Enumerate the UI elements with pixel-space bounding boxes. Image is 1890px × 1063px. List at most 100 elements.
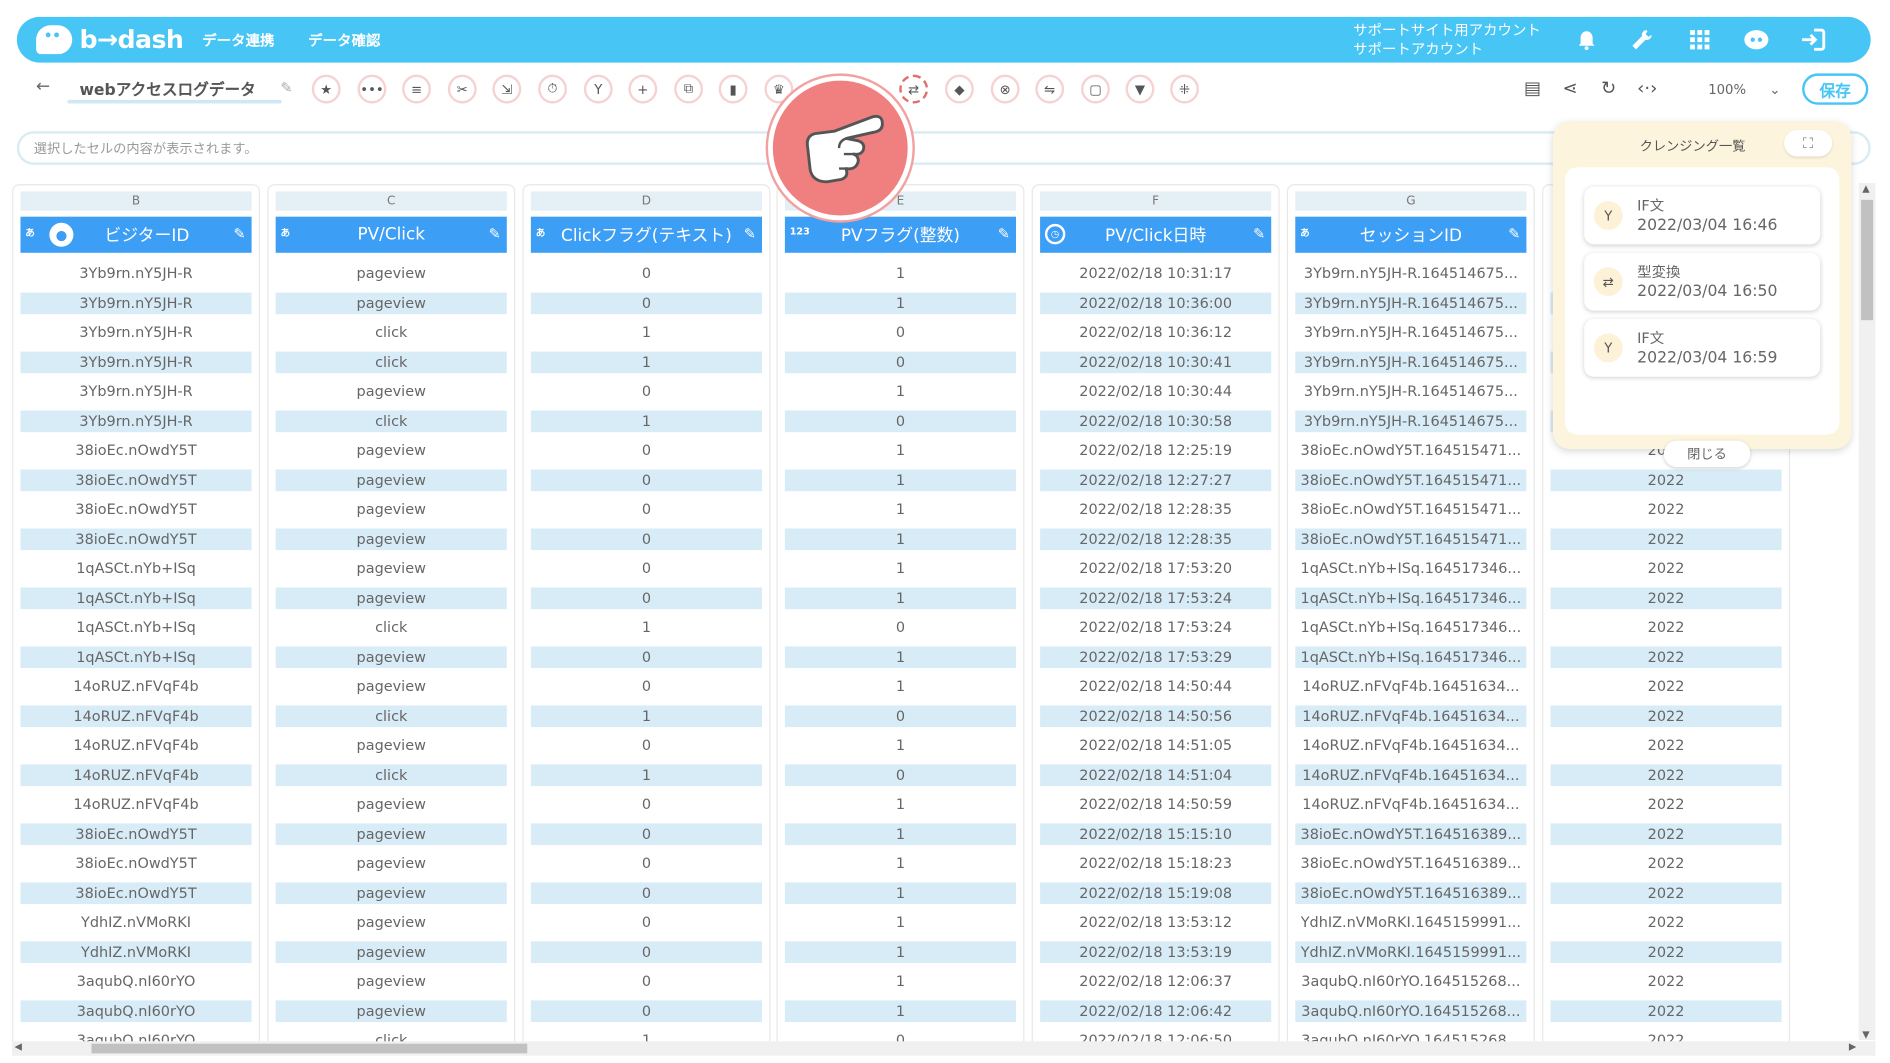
clipboard-icon[interactable]: ▤ <box>1524 77 1541 99</box>
table-cell[interactable]: 1 <box>785 262 1016 284</box>
table-cell[interactable]: 1 <box>784 291 1017 314</box>
table-cell[interactable]: 3aqubQ.nI60rYO <box>20 970 251 992</box>
table-cell[interactable]: 14oRUZ.nFVqF4b.16451634... <box>1295 704 1527 727</box>
table-cell[interactable]: 1 <box>530 763 763 786</box>
table-cell[interactable]: 1qASCt.nYb+ISq.164517346... <box>1295 616 1526 638</box>
column-header[interactable]: あ セッションID ✎ <box>1295 216 1527 253</box>
table-cell[interactable]: 3aqubQ.nI60rYO.164515268... <box>1295 970 1526 992</box>
page-title[interactable]: webアクセスログデータ <box>79 77 255 100</box>
table-cell[interactable]: 3Yb9rn.nY5JH-R.164514675... <box>1295 380 1526 402</box>
table-cell[interactable]: 14oRUZ.nFVqF4b <box>20 675 251 697</box>
cut-icon[interactable]: ✂ <box>447 74 477 104</box>
table-cell[interactable]: 2022/02/18 12:28:35 <box>1040 498 1271 520</box>
table-cell[interactable]: 38ioEc.nOwdY5T <box>20 439 251 461</box>
table-cell[interactable]: 1 <box>785 970 1016 992</box>
cleansing-item[interactable]: Y IF文 2022/03/04 16:46 <box>1584 186 1821 245</box>
table-cell[interactable]: 2022/02/18 14:50:56 <box>1040 704 1272 727</box>
table-cell[interactable]: 0 <box>530 940 763 963</box>
scroll-up-icon[interactable]: ▲ <box>1862 183 1869 194</box>
bell-icon[interactable] <box>1572 25 1601 54</box>
table-cell[interactable]: 1 <box>784 468 1017 491</box>
table-cell[interactable]: 2022/02/18 17:53:24 <box>1040 586 1272 609</box>
table-cell[interactable]: pageview <box>276 970 507 992</box>
table-cell[interactable]: 1 <box>785 557 1016 579</box>
edit-column-icon[interactable]: ✎ <box>998 225 1010 242</box>
table-cell[interactable]: 14oRUZ.nFVqF4b <box>20 734 251 756</box>
table-cell[interactable]: 1 <box>530 350 763 373</box>
table-cell[interactable]: 1qASCt.nYb+ISq <box>20 586 252 609</box>
table-cell[interactable]: 2022/02/18 17:53:24 <box>1040 616 1271 638</box>
expand-icon[interactable]: ⛶ <box>1784 130 1833 157</box>
table-cell[interactable]: 0 <box>530 881 763 904</box>
wrench-icon[interactable] <box>1628 25 1657 54</box>
table-cell[interactable]: 3Yb9rn.nY5JH-R.164514675... <box>1295 321 1526 343</box>
table-cell[interactable]: 2022 <box>1550 999 1782 1022</box>
table-cell[interactable]: 0 <box>531 911 762 933</box>
table-cell[interactable]: 1qASCt.nYb+ISq <box>20 645 252 668</box>
table-cell[interactable]: 38ioEc.nOwdY5T <box>20 468 252 491</box>
table-cell[interactable]: 0 <box>530 999 763 1022</box>
table-cell[interactable]: 1 <box>531 616 762 638</box>
table-cell[interactable]: 38ioEc.nOwdY5T.164516389... <box>1295 881 1527 904</box>
logout-icon[interactable] <box>1798 25 1827 54</box>
table-cell[interactable]: 3Yb9rn.nY5JH-R <box>20 321 251 343</box>
column-letter[interactable]: G <box>1295 191 1527 211</box>
table-cell[interactable]: 38ioEc.nOwdY5T <box>20 852 251 874</box>
column-letter[interactable]: B <box>20 191 252 211</box>
table-cell[interactable]: 3aqubQ.nI60rYO <box>20 999 252 1022</box>
table-cell[interactable]: 2022/02/18 12:06:42 <box>1040 999 1272 1022</box>
table-cell[interactable]: 2022/02/18 15:19:08 <box>1040 881 1272 904</box>
table-cell[interactable]: 2022 <box>1550 616 1781 638</box>
table-cell[interactable]: 2022/02/18 10:30:44 <box>1040 380 1271 402</box>
table-cell[interactable]: 1 <box>784 940 1017 963</box>
table-cell[interactable]: 0 <box>531 793 762 815</box>
table-cell[interactable]: 0 <box>531 557 762 579</box>
scroll-down-icon[interactable]: ▼ <box>1862 1029 1869 1040</box>
table-cell[interactable]: 2022/02/18 14:51:04 <box>1040 763 1272 786</box>
table-cell[interactable]: 0 <box>530 468 763 491</box>
table-cell[interactable]: 1 <box>531 321 762 343</box>
table-cell[interactable]: 3Yb9rn.nY5JH-R <box>20 350 252 373</box>
table-cell[interactable]: 0 <box>785 616 1016 638</box>
star-icon[interactable]: ★ <box>311 74 341 104</box>
table-cell[interactable]: pageview <box>275 999 507 1022</box>
table-cell[interactable]: YdhIZ.nVMoRKI.1645159991... <box>1295 911 1526 933</box>
table-cell[interactable]: 0 <box>531 734 762 756</box>
table-cell[interactable]: 14oRUZ.nFVqF4b <box>20 793 251 815</box>
table-cell[interactable]: 2022/02/18 10:36:12 <box>1040 321 1271 343</box>
scroll-right-icon[interactable]: ▶ <box>1849 1041 1856 1052</box>
table-cell[interactable]: 2022/02/18 12:27:27 <box>1040 468 1272 491</box>
table-cell[interactable]: 14oRUZ.nFVqF4b.16451634... <box>1295 734 1526 756</box>
table-cell[interactable]: pageview <box>275 527 507 550</box>
table-cell[interactable]: 1 <box>530 409 763 432</box>
horizontal-scroll-thumb[interactable] <box>91 1043 528 1054</box>
table-cell[interactable]: 38ioEc.nOwdY5T.164515471... <box>1295 468 1527 491</box>
table-cell[interactable]: click <box>276 616 507 638</box>
column-header[interactable]: あ Clickフラグ(テキスト) ✎ <box>530 216 763 253</box>
table-cell[interactable]: click <box>275 763 507 786</box>
table-cell[interactable]: pageview <box>276 793 507 815</box>
column-letter[interactable]: C <box>275 191 507 211</box>
table-cell[interactable]: YdhIZ.nVMoRKI <box>20 940 252 963</box>
table-cell[interactable]: pageview <box>276 380 507 402</box>
column-header[interactable]: ◷ PV/Click日時 ✎ <box>1040 216 1272 253</box>
table-cell[interactable]: 0 <box>531 852 762 874</box>
column-header[interactable]: あ PV/Click ✎ <box>275 216 507 253</box>
table-cell[interactable]: pageview <box>276 734 507 756</box>
table-cell[interactable]: 2022/02/18 15:15:10 <box>1040 822 1272 845</box>
table-cell[interactable]: 14oRUZ.nFVqF4b.16451634... <box>1295 793 1526 815</box>
table-cell[interactable]: 2022/02/18 12:06:37 <box>1040 970 1271 992</box>
back-arrow-icon[interactable]: ← <box>36 77 50 96</box>
nav-data-integration[interactable]: データ連携 <box>202 30 274 50</box>
table-cell[interactable]: 0 <box>531 970 762 992</box>
column-letter[interactable]: F <box>1040 191 1272 211</box>
table-cell[interactable]: 1 <box>785 911 1016 933</box>
timer-icon[interactable]: ⏱ <box>538 74 567 104</box>
share-icon[interactable]: ⋖ <box>1563 77 1578 99</box>
table-cell[interactable]: click <box>276 321 507 343</box>
refresh-icon[interactable]: ↻ <box>1601 77 1616 99</box>
table-cell[interactable]: pageview <box>275 291 507 314</box>
robot-icon[interactable] <box>1742 25 1771 54</box>
edit-title-icon[interactable]: ✎ <box>280 79 292 96</box>
table-cell[interactable]: 1 <box>784 881 1017 904</box>
